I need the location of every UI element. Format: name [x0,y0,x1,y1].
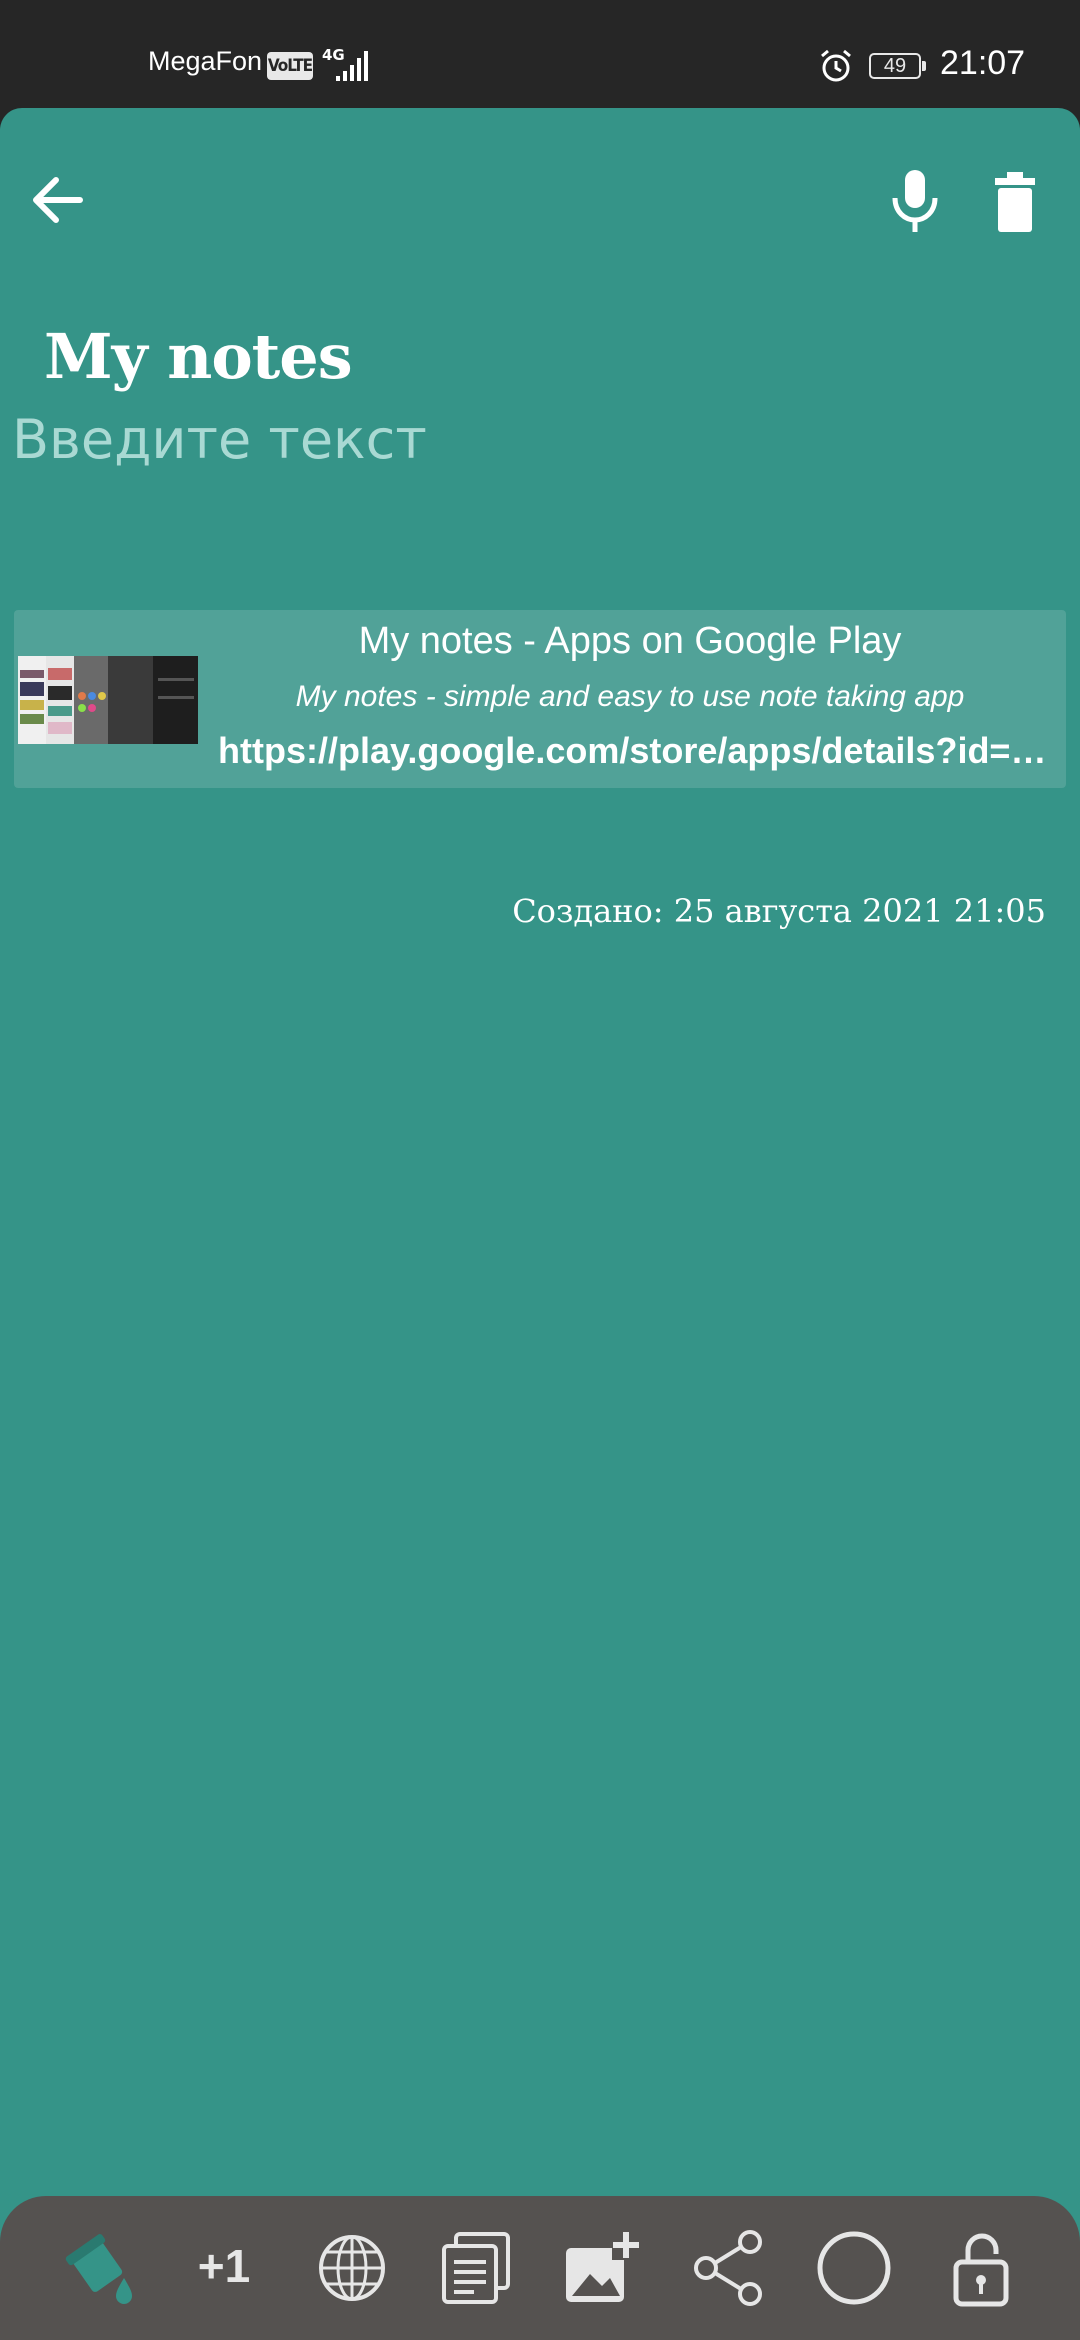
link-title: My notes - Apps on Google Play [358,620,902,662]
status-bar: MegaFon VoLTE 4G 49 21:07 [0,0,1080,108]
link-description: My notes - simple and easy to use note t… [295,680,965,713]
unlock-icon[interactable] [940,2226,1024,2310]
globe-icon[interactable] [310,2226,394,2310]
trash-icon[interactable] [985,168,1045,234]
note-title[interactable]: My notes [44,320,353,393]
created-timestamp: Создано: 25 августа 2021 21:05 [512,892,1046,930]
link-thumbnail [18,656,198,744]
alarm-icon [821,49,851,82]
link-preview-card[interactable]: My notes - Apps on Google Play My notes … [14,610,1066,788]
microphone-icon[interactable] [885,168,945,234]
note-editor: My notes Введите текст My notes - Apps o… [0,108,1080,2340]
copy-document-icon[interactable] [434,2226,518,2310]
add-image-icon[interactable] [558,2226,642,2310]
volte-badge: VoLTE [267,52,313,80]
plus-one-button[interactable]: +1 [194,2236,254,2296]
paint-bucket-icon[interactable] [60,2226,144,2310]
thumbnail-image [18,656,198,744]
arrow-left-icon[interactable] [28,170,88,230]
clock: 21:07 [940,44,1026,82]
signal-icon: 4G [322,48,368,81]
link-url[interactable]: https://play.google.com/store/apps/detai… [204,730,1056,772]
share-icon[interactable] [688,2226,772,2310]
battery-indicator: 49 [869,53,926,79]
carrier-name: MegaFon [148,46,263,76]
network-type: 4G [322,48,345,64]
bottom-toolbar: +1 [0,2196,1080,2340]
note-text-input[interactable] [12,408,1052,471]
circle-icon[interactable] [812,2226,896,2310]
